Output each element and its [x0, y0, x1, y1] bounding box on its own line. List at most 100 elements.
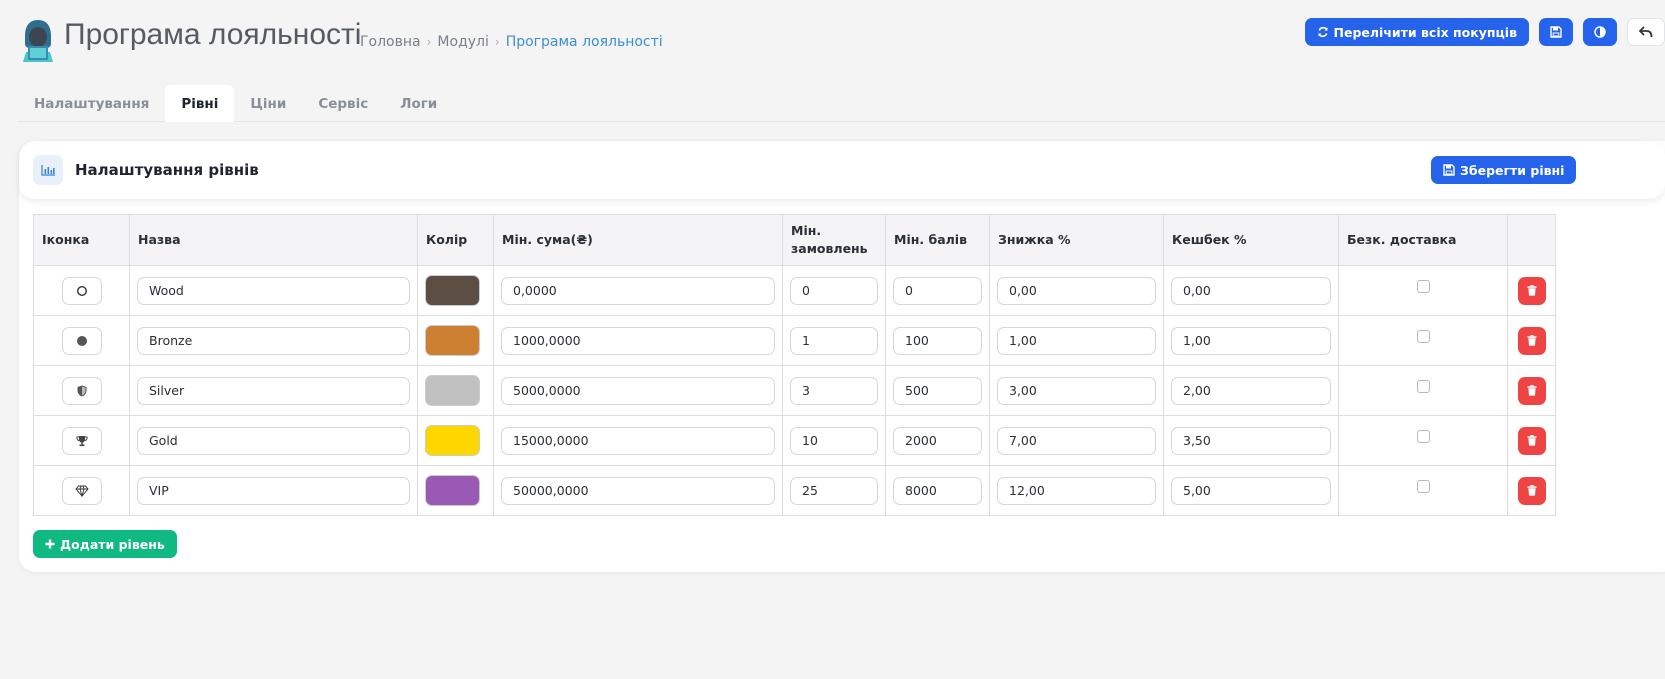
back-button[interactable]	[1627, 18, 1665, 46]
min-sum-cell: 5000,0000	[493, 365, 783, 416]
delete-level-button[interactable]	[1517, 376, 1546, 405]
delete-level-button[interactable]	[1517, 426, 1546, 455]
free-delivery-checkbox[interactable]	[1416, 480, 1430, 493]
delete-level-button[interactable]	[1517, 326, 1546, 355]
discount-input[interactable]: 12,00	[997, 476, 1156, 505]
actions-cell	[1507, 365, 1556, 416]
recalc-customers-label: Перелічити всіх покупців	[1333, 24, 1517, 40]
min-points-input[interactable]: 0	[893, 276, 982, 305]
min-sum-input[interactable]: 1000,0000	[501, 326, 775, 355]
min-points-input[interactable]: 8000	[893, 476, 982, 505]
level-icon-picker[interactable]	[61, 426, 102, 455]
actions-cell	[1507, 415, 1556, 466]
level-row: Silver 5000,0000 3 500 3,00 2,00	[33, 365, 1556, 416]
min-sum-input[interactable]: 5000,0000	[501, 376, 775, 405]
delete-level-button[interactable]	[1517, 476, 1546, 505]
trash-icon	[1527, 285, 1536, 296]
min-points-input[interactable]: 500	[893, 376, 982, 405]
discount-input[interactable]: 7,00	[997, 426, 1156, 455]
chevron-right-icon: ›	[426, 35, 432, 49]
level-icon-picker[interactable]	[61, 476, 102, 505]
cashback-input[interactable]: 1,00	[1171, 326, 1331, 355]
level-name-input[interactable]: VIP	[137, 476, 410, 505]
add-level-button[interactable]: Додати рівень	[33, 530, 177, 558]
discount-input[interactable]: 3,00	[997, 376, 1156, 405]
level-color-picker[interactable]	[425, 375, 480, 406]
min-points-cell: 2000	[885, 415, 990, 466]
level-name-input[interactable]: Bronze	[137, 326, 410, 355]
breadcrumb-modules[interactable]: Модулі	[437, 34, 488, 50]
free-delivery-checkbox[interactable]	[1416, 280, 1430, 293]
free-delivery-checkbox[interactable]	[1416, 380, 1430, 393]
tab-service[interactable]: Сервіс	[302, 85, 384, 122]
tab-prices[interactable]: Ціни	[234, 85, 302, 122]
trash-icon	[1527, 335, 1536, 346]
cashback-cell: 3,50	[1163, 415, 1339, 466]
name-cell: Bronze	[129, 315, 418, 366]
min-orders-input[interactable]: 25	[790, 476, 878, 505]
min-orders-input[interactable]: 3	[790, 376, 878, 405]
level-icon-picker[interactable]	[61, 376, 102, 405]
free-delivery-cell	[1338, 465, 1508, 516]
cashback-cell: 1,00	[1163, 315, 1339, 366]
actions-cell	[1507, 465, 1556, 516]
breadcrumb-home[interactable]: Головна	[360, 34, 421, 50]
discount-cell: 12,00	[989, 465, 1164, 516]
level-name-input[interactable]: Gold	[137, 426, 410, 455]
trophy-icon	[76, 435, 88, 447]
breadcrumb-current[interactable]: Програма лояльності	[506, 34, 663, 50]
min-points-input[interactable]: 2000	[893, 426, 982, 455]
tab-levels[interactable]: Рівні	[165, 85, 235, 122]
level-name-input[interactable]: Silver	[137, 376, 410, 405]
min-orders-input[interactable]: 0	[790, 276, 878, 305]
table-header-row: Іконка Назва Колір Мін. сума(₴) Мін. зам…	[33, 214, 1556, 266]
save-button[interactable]	[1539, 18, 1573, 46]
delete-level-button[interactable]	[1517, 276, 1546, 305]
table-body: Wood 0,0000 0 0 0,00 0,00 Bronze 1000,0000 1 100 1…	[33, 265, 1556, 516]
level-color-picker[interactable]	[425, 325, 480, 356]
min-sum-input[interactable]: 15000,0000	[501, 426, 775, 455]
level-name-input[interactable]: Wood	[137, 276, 410, 305]
name-cell: VIP	[129, 465, 418, 516]
theme-toggle-button[interactable]	[1583, 18, 1617, 46]
free-delivery-cell	[1338, 315, 1508, 366]
cashback-input[interactable]: 3,50	[1171, 426, 1331, 455]
recalc-customers-button[interactable]: Перелічити всіх покупців	[1304, 18, 1529, 46]
name-cell: Wood	[129, 265, 418, 316]
cashback-input[interactable]: 0,00	[1171, 276, 1331, 305]
level-icon-picker[interactable]	[61, 276, 102, 305]
discount-cell: 0,00	[989, 265, 1164, 316]
page-title: Програма лояльності	[64, 18, 362, 51]
name-cell: Gold	[129, 415, 418, 466]
free-delivery-checkbox[interactable]	[1416, 430, 1430, 443]
tab-settings[interactable]: Налаштування	[18, 85, 165, 122]
min-orders-cell: 0	[782, 265, 886, 316]
col-min-orders-header: Мін. замовлень	[782, 214, 886, 266]
icon-cell	[33, 265, 130, 316]
col-icon-header: Іконка	[33, 214, 130, 266]
level-color-picker[interactable]	[425, 475, 480, 506]
tab-logs[interactable]: Логи	[384, 85, 453, 122]
level-color-picker[interactable]	[425, 275, 480, 306]
discount-input[interactable]: 0,00	[997, 276, 1156, 305]
color-cell	[417, 465, 494, 516]
discount-input[interactable]: 1,00	[997, 326, 1156, 355]
level-icon-picker[interactable]	[61, 326, 102, 355]
min-orders-input[interactable]: 10	[790, 426, 878, 455]
save-levels-button[interactable]: Зберегти рівні	[1431, 156, 1577, 184]
name-cell: Silver	[129, 365, 418, 416]
min-orders-input[interactable]: 1	[790, 326, 878, 355]
min-sum-cell: 15000,0000	[493, 415, 783, 466]
icon-cell	[33, 415, 130, 466]
free-delivery-checkbox[interactable]	[1416, 330, 1430, 343]
min-sum-input[interactable]: 0,0000	[501, 276, 775, 305]
shield-icon	[77, 385, 87, 397]
min-points-input[interactable]: 100	[893, 326, 982, 355]
level-color-picker[interactable]	[425, 425, 480, 456]
levels-card: Налаштування рівнів Зберегти рівні Іконк…	[19, 141, 1665, 572]
actions-cell	[1507, 315, 1556, 366]
cashback-input[interactable]: 5,00	[1171, 476, 1331, 505]
free-delivery-cell	[1338, 365, 1508, 416]
min-sum-input[interactable]: 50000,0000	[501, 476, 775, 505]
cashback-input[interactable]: 2,00	[1171, 376, 1331, 405]
